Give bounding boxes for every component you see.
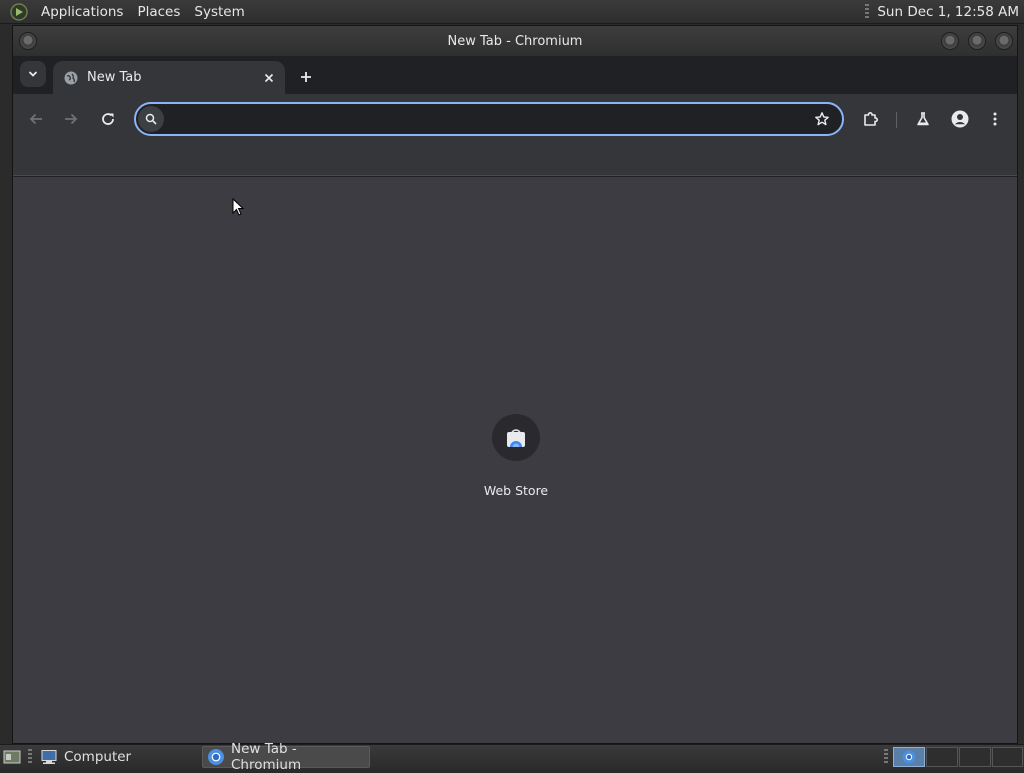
top-panel: Applications Places System Sun Dec 1, 12…: [0, 0, 1024, 24]
applications-menu[interactable]: Applications: [34, 0, 130, 24]
minimize-button[interactable]: [941, 32, 959, 50]
search-icon: [138, 106, 164, 132]
shortcut-label: Web Store: [483, 483, 549, 498]
workspace-2[interactable]: [926, 747, 958, 767]
task-label: New Tab - Chromium: [231, 741, 302, 773]
shortcut-tile[interactable]: [492, 414, 540, 461]
workspace-4[interactable]: [992, 747, 1023, 767]
close-tab-button[interactable]: [259, 68, 279, 88]
workspace-1[interactable]: [893, 747, 925, 767]
plus-icon: [301, 72, 311, 82]
computer-icon: [40, 748, 58, 766]
places-menu[interactable]: Places: [130, 0, 187, 24]
globe-icon: [63, 70, 79, 86]
task-chromium[interactable]: New Tab - Chromium: [202, 741, 370, 773]
taskbar-handle[interactable]: [28, 749, 32, 765]
bottom-taskbar: Computer New Tab - Chromium: [0, 741, 1024, 773]
browser-window: New Tab - Chromium New Tab Web Store: [12, 25, 1018, 744]
kebab-menu-icon: [993, 112, 997, 126]
toolbar-divider: [896, 112, 897, 128]
star-icon: [815, 112, 829, 126]
profile-button[interactable]: [947, 106, 973, 132]
reload-button[interactable]: [95, 106, 121, 132]
chromium-icon: [207, 748, 225, 766]
window-menu-button[interactable]: [19, 32, 37, 50]
mouse-cursor-icon: [232, 198, 244, 216]
task-computer[interactable]: Computer: [36, 746, 200, 768]
close-icon: [264, 73, 274, 82]
web-store-icon: [507, 428, 525, 447]
bookmark-star-button[interactable]: [810, 107, 834, 131]
arrow-right-icon: [65, 113, 78, 125]
address-bar[interactable]: [134, 102, 844, 136]
distro-logo-icon[interactable]: [9, 2, 29, 22]
close-window-button[interactable]: [995, 32, 1013, 50]
panel-handle[interactable]: [865, 3, 870, 20]
bookmarks-bar: [13, 144, 1017, 176]
chevron-down-icon: [28, 71, 38, 77]
window-title: New Tab - Chromium: [447, 33, 583, 49]
shortcut-web-store[interactable]: Web Store: [476, 414, 556, 498]
maximize-button[interactable]: [968, 32, 986, 50]
forward-button[interactable]: [58, 106, 84, 132]
new-tab-page: Web Store: [13, 177, 1017, 743]
tab-new-tab[interactable]: New Tab: [53, 61, 285, 94]
clock[interactable]: Sun Dec 1, 12:58 AM: [877, 4, 1024, 20]
show-desktop-button[interactable]: [2, 747, 22, 767]
avatar-icon: [951, 110, 969, 128]
extensions-button[interactable]: [858, 106, 884, 132]
arrow-left-icon: [29, 113, 42, 125]
task-label: Computer: [64, 749, 132, 765]
desktop-icon: [3, 750, 21, 764]
workspace-3[interactable]: [959, 747, 991, 767]
address-input[interactable]: [164, 105, 810, 133]
reload-icon: [102, 113, 114, 125]
chromium-icon: [902, 750, 916, 764]
window-titlebar[interactable]: New Tab - Chromium: [13, 26, 1017, 56]
back-button[interactable]: [23, 106, 49, 132]
puzzle-icon: [864, 112, 878, 126]
tab-strip: New Tab: [13, 56, 1017, 94]
labs-button[interactable]: [910, 106, 936, 132]
flask-icon: [917, 112, 929, 126]
menu-button[interactable]: [982, 106, 1008, 132]
tab-title: New Tab: [87, 70, 142, 85]
workspace-handle[interactable]: [884, 749, 888, 765]
new-tab-button[interactable]: [293, 64, 319, 90]
tab-search-button[interactable]: [20, 61, 46, 87]
system-menu[interactable]: System: [187, 0, 251, 24]
browser-toolbar: [13, 94, 1017, 144]
